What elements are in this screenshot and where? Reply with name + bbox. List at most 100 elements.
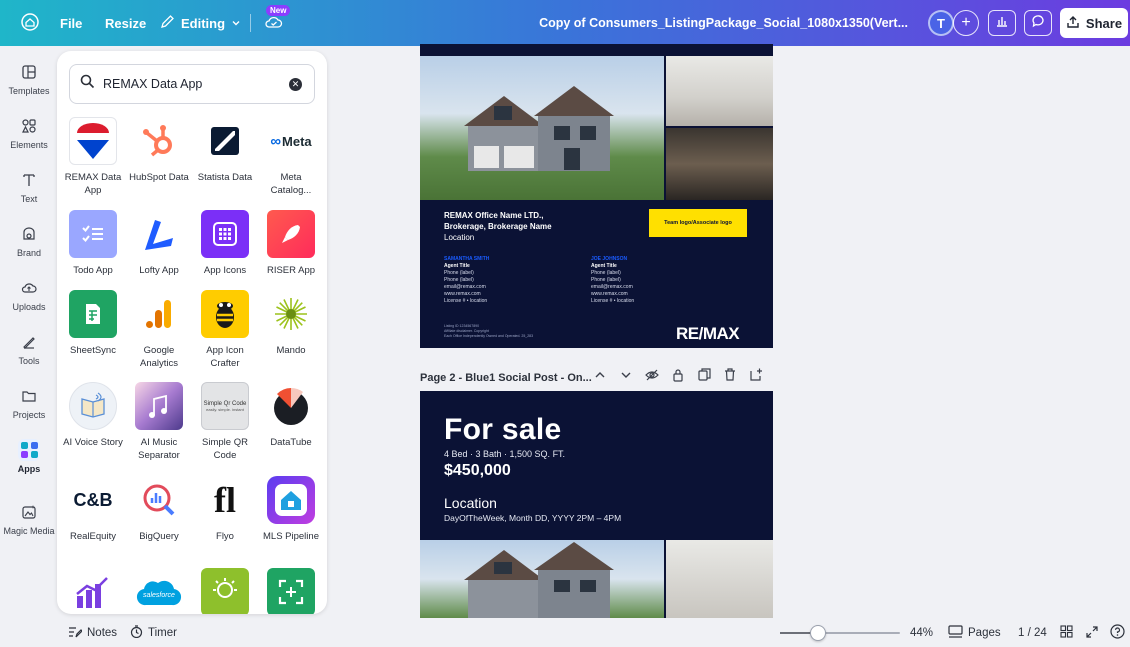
app-tile-google-analytics[interactable]: Google Analytics xyxy=(128,290,190,370)
app-tile-ai-voice-story[interactable]: AI Voice Story xyxy=(62,382,124,449)
app-tile-sheetsync[interactable]: SheetSync xyxy=(62,290,124,357)
agent-title: Agent Title xyxy=(444,263,470,269)
app-tile-bigquery[interactable]: BigQuery xyxy=(128,476,190,543)
app-search-input[interactable] xyxy=(103,77,273,91)
lock-page-button[interactable] xyxy=(670,368,686,387)
home-button[interactable] xyxy=(14,0,46,46)
app-tile-todo[interactable]: Todo App xyxy=(62,210,124,277)
share-label: Share xyxy=(1085,15,1123,31)
share-button[interactable]: Share xyxy=(1060,8,1128,38)
templates-icon xyxy=(19,62,39,82)
qr-code-icon: Simple Qr Code easily. simple. instant xyxy=(201,382,249,430)
app-tile-realequity[interactable]: C&B RealEquity xyxy=(62,476,124,543)
app-tile-hubspot[interactable]: HubSpot Data xyxy=(128,117,190,184)
flyo-logo-icon: fl xyxy=(201,476,249,524)
comments-button[interactable] xyxy=(1024,10,1052,36)
app-label: Flyo xyxy=(216,531,234,542)
trash-icon xyxy=(724,368,736,386)
resize-button[interactable]: Resize xyxy=(105,0,146,46)
checklist-icon xyxy=(69,210,117,258)
timer-icon xyxy=(130,625,143,641)
app-tile-scan-frame[interactable] xyxy=(260,568,322,614)
document-title[interactable]: Copy of Consumers_ListingPackage_Social_… xyxy=(539,0,908,46)
rail-item-uploads[interactable]: Uploads xyxy=(0,278,58,312)
notes-button[interactable]: Notes xyxy=(68,622,117,644)
disclaimer-line: Each Office Independently Owned and Oper… xyxy=(444,334,534,338)
app-tile-mando[interactable]: Mando xyxy=(260,290,322,357)
app-tile-app-icon-crafter[interactable]: App Icon Crafter xyxy=(194,290,256,370)
app-tile-app-icons[interactable]: App Icons xyxy=(194,210,256,277)
lock-icon xyxy=(672,368,684,387)
salesforce-logo-text: salesforce xyxy=(143,592,175,599)
app-tile-salesforce[interactable]: salesforce xyxy=(128,568,190,614)
tools-icon xyxy=(19,332,39,352)
app-tile-datatube[interactable]: DataTube xyxy=(260,382,322,449)
notes-label: Notes xyxy=(87,627,118,639)
editing-mode-button[interactable]: Editing xyxy=(160,0,241,46)
rail-item-templates[interactable]: Templates xyxy=(0,62,58,96)
timer-button[interactable]: Timer xyxy=(130,622,177,644)
rail-item-apps[interactable]: Apps xyxy=(0,439,58,474)
zoom-level[interactable]: 44% xyxy=(910,622,933,644)
house-illustration xyxy=(464,86,614,171)
agent-title: Agent Title xyxy=(591,263,617,269)
invite-button[interactable]: + xyxy=(953,10,979,36)
app-label: AI Music Separator xyxy=(138,437,180,461)
app-tile-mls-pipeline[interactable]: MLS Pipeline xyxy=(260,476,322,543)
move-page-up-button[interactable] xyxy=(592,369,608,385)
file-menu-button[interactable]: File xyxy=(60,0,82,46)
duplicate-page-button[interactable] xyxy=(696,368,712,385)
zoom-slider-track[interactable] xyxy=(780,632,900,634)
rail-item-magic-media[interactable]: Magic Media xyxy=(0,502,58,536)
clear-search-button[interactable]: ✕ xyxy=(289,78,302,91)
rail-item-text[interactable]: Text xyxy=(0,170,58,204)
app-tile-remax-data[interactable]: REMAX Data App xyxy=(62,117,124,197)
app-label: Google Analytics xyxy=(139,345,178,369)
left-rail: Templates Elements Text Brand Uploads To… xyxy=(0,46,58,647)
move-page-down-button[interactable] xyxy=(618,369,634,385)
delete-page-button[interactable] xyxy=(722,368,738,386)
rail-item-projects[interactable]: Projects xyxy=(0,386,58,420)
lofty-logo-icon xyxy=(135,210,183,258)
open-house-datetime: DayOfTheWeek, Month DD, YYYY 2PM – 4PM xyxy=(444,513,622,523)
meta-logo-icon: ∞ Meta xyxy=(270,132,312,150)
cloud-check-icon xyxy=(265,15,283,32)
design-page-2[interactable]: For sale 4 Bed · 3 Bath · 1,500 SQ. FT. … xyxy=(420,391,773,618)
rail-item-tools[interactable]: Tools xyxy=(0,332,58,366)
app-tile-statista[interactable]: Statista Data xyxy=(194,117,256,184)
house-illustration-2 xyxy=(464,542,614,618)
fullscreen-button[interactable] xyxy=(1086,622,1098,644)
hide-page-button[interactable] xyxy=(644,369,660,385)
pencil-icon xyxy=(160,14,175,32)
team-logo-placeholder: Team logo/Associate logo xyxy=(649,209,747,237)
app-label: Lofty App xyxy=(139,265,179,276)
app-tile-lightbulb[interactable] xyxy=(194,568,256,614)
app-tile-ai-music-separator[interactable]: AI Music Separator xyxy=(128,382,190,462)
magic-media-icon xyxy=(19,502,39,522)
pages-button[interactable]: Pages xyxy=(948,622,1001,644)
page-2-title: Page 2 - Blue1 Social Post - On... xyxy=(420,372,592,384)
chevron-down-icon xyxy=(620,368,632,386)
app-label: Mando xyxy=(276,345,306,356)
app-label: SheetSync xyxy=(70,345,116,356)
design-page-1[interactable]: REMAX Office Name LTD., Brokerage, Broke… xyxy=(420,44,773,348)
user-avatar[interactable]: T xyxy=(928,10,954,36)
rail-label: Uploads xyxy=(12,302,46,312)
agent-detail: License # • location xyxy=(444,298,488,304)
help-button[interactable] xyxy=(1110,622,1125,644)
app-tile-growth-chart[interactable] xyxy=(62,568,124,614)
app-tile-meta-catalog[interactable]: ∞ Meta Meta Catalog... xyxy=(260,117,322,197)
brokerage-name: Brokerage, Brokerage Name xyxy=(444,222,552,231)
insights-button[interactable] xyxy=(988,10,1016,36)
app-tile-simple-qr[interactable]: Simple Qr Code easily. simple. instant S… xyxy=(194,382,256,462)
app-tile-flyo[interactable]: fl Flyo xyxy=(194,476,256,543)
app-tile-lofty[interactable]: Lofty App xyxy=(128,210,190,277)
rail-item-brand[interactable]: Brand xyxy=(0,224,58,258)
rail-item-elements[interactable]: Elements xyxy=(0,116,58,150)
editing-label: Editing xyxy=(181,15,226,31)
app-tile-riser[interactable]: RISER App xyxy=(260,210,322,277)
timer-label: Timer xyxy=(148,627,177,639)
add-page-button[interactable] xyxy=(748,368,764,385)
grid-view-button[interactable] xyxy=(1060,622,1073,644)
zoom-slider-thumb[interactable] xyxy=(810,625,827,641)
